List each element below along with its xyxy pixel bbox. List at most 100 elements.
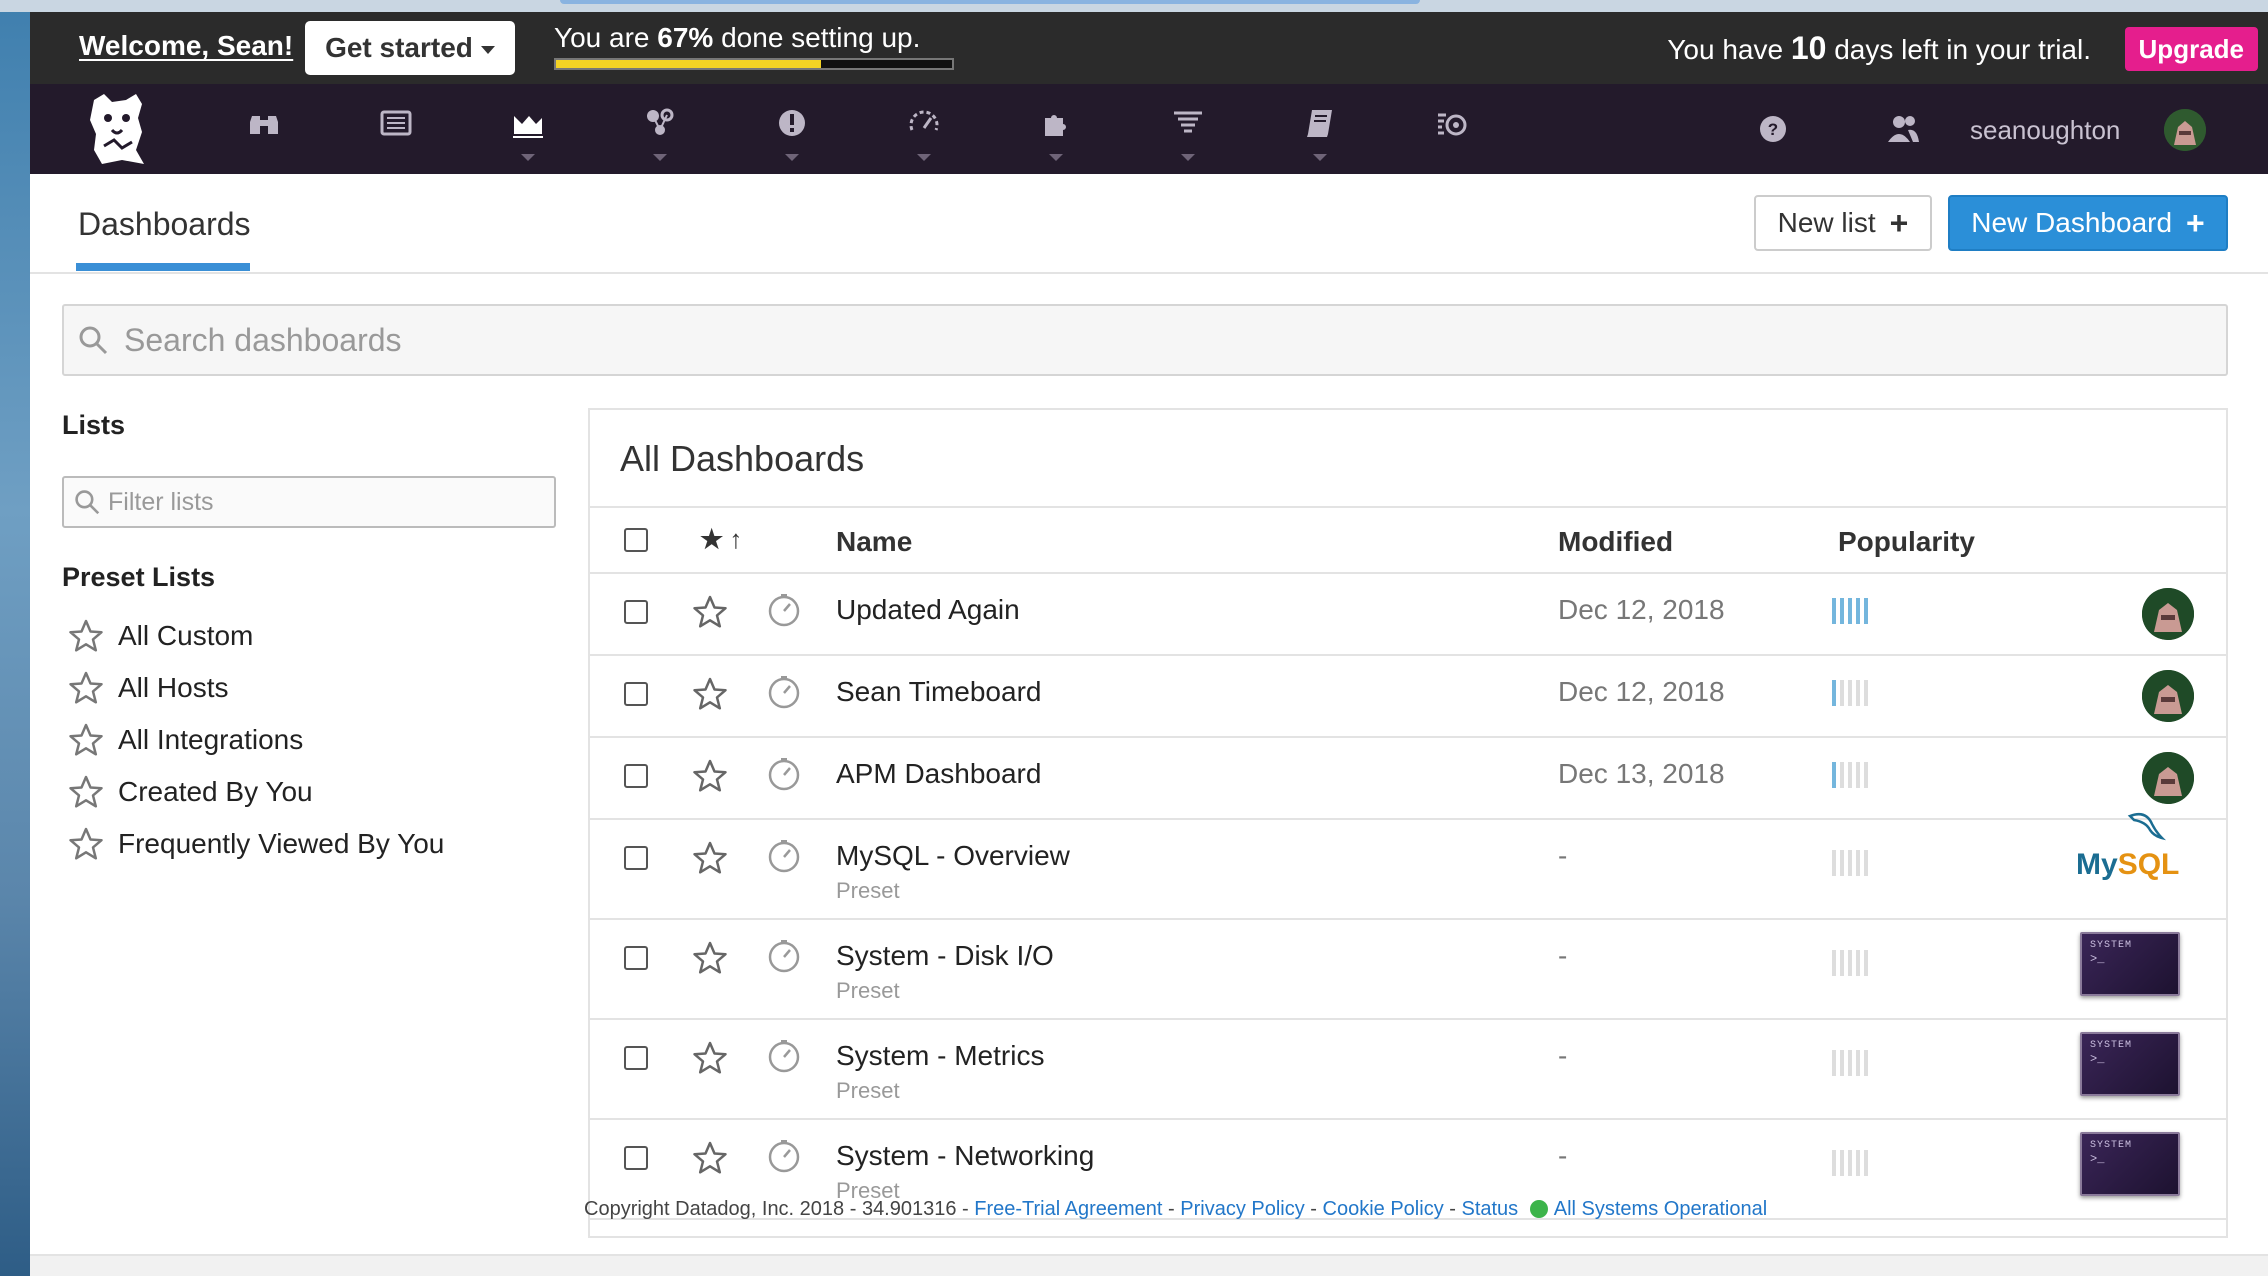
- sort-favorites-toggle[interactable]: ★ ↑: [700, 524, 742, 555]
- nav-dashboards[interactable]: [508, 106, 548, 166]
- setup-progress-fill: [556, 60, 822, 68]
- favorite-star-icon[interactable]: [692, 758, 728, 794]
- preset-list-item[interactable]: All Custom: [68, 610, 444, 662]
- tab-dashboards[interactable]: Dashboards: [78, 206, 251, 243]
- row-checkbox[interactable]: [624, 846, 648, 870]
- nav-integrations[interactable]: [1036, 106, 1076, 166]
- dashboard-row[interactable]: System - Disk I/O Preset - SYSTEM >_: [590, 920, 2226, 1020]
- timeboard-clock-icon: [766, 1038, 802, 1074]
- favorite-star-icon[interactable]: [692, 940, 728, 976]
- col-modified-header[interactable]: Modified: [1558, 526, 1673, 558]
- row-checkbox[interactable]: [624, 682, 648, 706]
- setup-progress: You are 67% done setting up.: [554, 22, 954, 70]
- search-icon: [79, 326, 108, 355]
- star-filled-icon: ★: [700, 524, 724, 554]
- popularity-bar: [1832, 680, 1836, 706]
- dashboard-row[interactable]: System - Metrics Preset - SYSTEM >_: [590, 1020, 2226, 1120]
- dashboard-name-link[interactable]: System - Metrics: [836, 1040, 1044, 1072]
- setup-progress-text: You are 67% done setting up.: [554, 22, 954, 54]
- favorite-star-icon[interactable]: [692, 1040, 728, 1076]
- dropdown-caret-icon: [1313, 154, 1327, 161]
- author-avatar[interactable]: [2142, 588, 2194, 640]
- author-avatar[interactable]: [2142, 670, 2194, 722]
- dashboard-name-link[interactable]: System - Networking: [836, 1140, 1094, 1172]
- popularity-bar: [1840, 1150, 1844, 1176]
- dashboard-name-link[interactable]: System - Disk I/O: [836, 940, 1054, 972]
- help-icon[interactable]: ?: [1756, 112, 1790, 146]
- popularity-bars: [1832, 850, 1868, 876]
- favorite-star-icon[interactable]: [692, 840, 728, 876]
- footer: Copyright Datadog, Inc. 2018 - 34.901316…: [584, 1198, 1768, 1220]
- preset-list-item[interactable]: Frequently Viewed By You: [68, 818, 444, 870]
- lists-heading: Lists: [62, 410, 126, 440]
- preset-list-label: All Hosts: [118, 672, 229, 703]
- preset-list-item[interactable]: Created By You: [68, 766, 444, 818]
- popularity-bar: [1856, 680, 1860, 706]
- footer-link-status[interactable]: Status: [1461, 1198, 1518, 1220]
- footer-link-cookie[interactable]: Cookie Policy: [1323, 1198, 1444, 1220]
- nav-logs[interactable]: [1168, 106, 1208, 166]
- popularity-bars: [1832, 950, 1868, 976]
- welcome-link[interactable]: Welcome, Sean!: [79, 30, 293, 62]
- author-avatar[interactable]: [2142, 752, 2194, 804]
- dashboard-row[interactable]: MySQL - Overview Preset - MySQL: [590, 813, 2226, 920]
- row-checkbox[interactable]: [624, 600, 648, 624]
- row-checkbox[interactable]: [624, 1146, 648, 1170]
- favorite-star-icon[interactable]: [692, 676, 728, 712]
- col-popularity-header[interactable]: Popularity: [1838, 526, 1975, 558]
- get-started-button[interactable]: Get started: [305, 21, 515, 75]
- systems-status-link[interactable]: All Systems Operational: [1554, 1198, 1767, 1220]
- dashboard-name-link[interactable]: Sean Timeboard: [836, 676, 1041, 708]
- timeboard-clock-icon: [766, 592, 802, 628]
- row-checkbox[interactable]: [624, 946, 648, 970]
- browser-loading-bar: [560, 0, 1420, 4]
- popularity-bar: [1832, 950, 1836, 976]
- new-list-label: New list: [1777, 207, 1876, 238]
- team-icon[interactable]: [1886, 112, 1920, 146]
- status-dot-icon: [1529, 1200, 1548, 1218]
- nav-binoculars[interactable]: [244, 106, 284, 166]
- timeboard-clock-icon: [766, 674, 802, 710]
- footer-link-trial[interactable]: Free-Trial Agreement: [974, 1198, 1162, 1220]
- popularity-bars: [1832, 762, 1868, 788]
- search-icon: [75, 490, 100, 515]
- dashboard-preset-label: Preset: [836, 878, 900, 903]
- col-name-header[interactable]: Name: [836, 526, 912, 558]
- monitors-icon: [779, 110, 805, 136]
- select-all-checkbox[interactable]: [624, 528, 648, 552]
- new-list-button[interactable]: New list +: [1754, 195, 1932, 251]
- filter-lists-input[interactable]: [108, 487, 548, 517]
- dashboard-name-link[interactable]: MySQL - Overview: [836, 840, 1070, 872]
- progress-prefix: You are: [554, 22, 658, 53]
- table-header: ★ ↑ Name Modified Popularity: [590, 506, 2226, 574]
- favorite-star-icon[interactable]: [692, 1140, 728, 1176]
- footer-link-privacy[interactable]: Privacy Policy: [1180, 1198, 1304, 1220]
- datadog-logo[interactable]: [82, 90, 152, 168]
- mysql-logo-text: My: [2076, 848, 2118, 881]
- dashboard-name-link[interactable]: Updated Again: [836, 594, 1020, 626]
- user-avatar[interactable]: [2164, 109, 2206, 151]
- dashboard-name-link[interactable]: APM Dashboard: [836, 758, 1041, 790]
- preset-list-item[interactable]: All Integrations: [68, 714, 444, 766]
- nav-events[interactable]: [376, 106, 416, 166]
- dashboard-row[interactable]: APM Dashboard Dec 13, 2018: [590, 738, 2226, 820]
- search-input[interactable]: [124, 321, 2024, 359]
- nav-monitors[interactable]: [772, 106, 812, 166]
- new-dashboard-button[interactable]: New Dashboard +: [1948, 195, 2228, 251]
- row-checkbox[interactable]: [624, 764, 648, 788]
- preset-list-item[interactable]: All Hosts: [68, 662, 444, 714]
- row-checkbox[interactable]: [624, 1046, 648, 1070]
- favorite-star-icon[interactable]: [692, 594, 728, 630]
- dropdown-caret-icon: [1181, 154, 1195, 161]
- nav-synthetics[interactable]: [1432, 106, 1472, 166]
- upgrade-button[interactable]: Upgrade: [2124, 27, 2258, 71]
- nav-apm[interactable]: [904, 106, 944, 166]
- popularity-bar: [1864, 680, 1868, 706]
- dashboard-row[interactable]: Updated Again Dec 12, 2018: [590, 574, 2226, 656]
- nav-notebooks[interactable]: [1300, 106, 1340, 166]
- username[interactable]: seanoughton: [1970, 115, 2120, 146]
- dashboard-row[interactable]: Sean Timeboard Dec 12, 2018: [590, 656, 2226, 738]
- timeboard-clock-icon: [766, 756, 802, 792]
- popularity-bar: [1848, 1050, 1852, 1076]
- nav-infrastructure[interactable]: [640, 106, 680, 166]
